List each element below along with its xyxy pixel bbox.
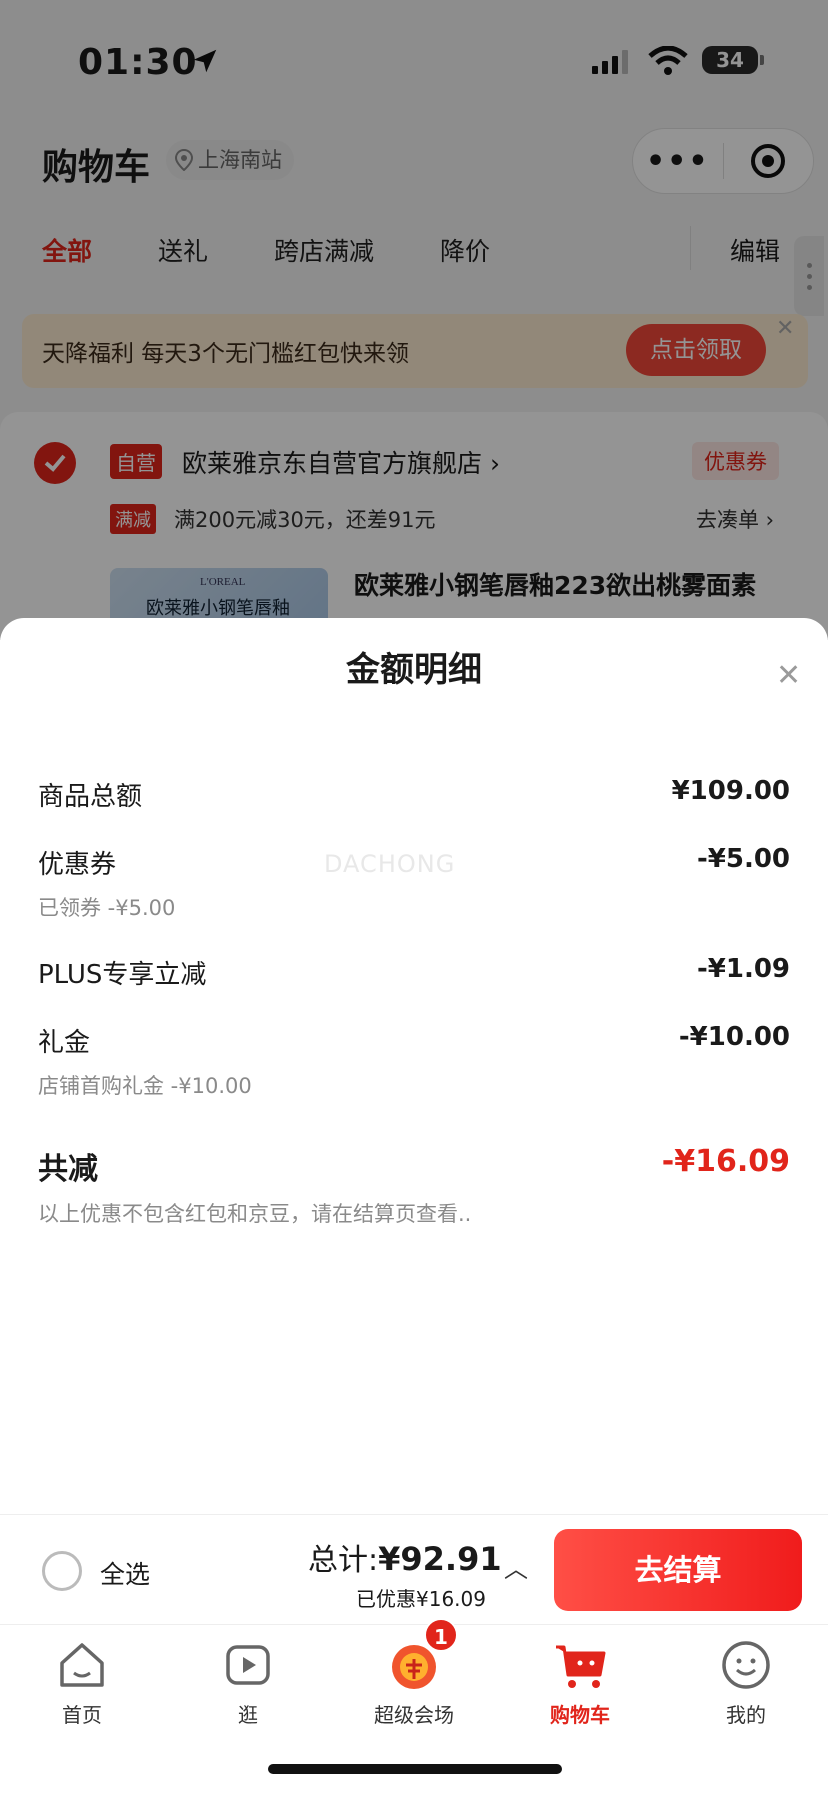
total-summary: 总计:¥92.91 [308,1535,502,1579]
gift-money-sub: 店铺首购礼金 -¥10.00 [38,1074,252,1098]
total-label: 总计: [308,1543,379,1578]
chevron-up-icon[interactable]: ︿ [504,1549,528,1584]
coupon-sub: 已领券 -¥5.00 [38,896,176,920]
plus-discount-label: PLUS专享立减 [38,960,207,990]
tabbar-item-home[interactable]: 首页 [22,1635,142,1728]
home-icon [52,1635,112,1695]
smiley-icon [716,1635,776,1695]
checkout-bar: 全选 总计:¥92.91 已优惠¥16.09 ︿ 去结算 [0,1514,828,1624]
saved-amount: 已优惠¥16.09 [356,1587,486,1611]
tabbar-label-browse: 逛 [238,1703,258,1727]
amount-detail-sheet: 金额明细 ✕ DACHONG 商品总额 ¥109.00 优惠券 -¥5.00 已… [0,618,828,1518]
plus-discount-value: -¥1.09 [696,954,790,984]
coupon-label: 优惠券 [38,850,117,880]
gift-money-label: 礼金 [38,1028,91,1058]
video-play-icon [218,1635,278,1695]
coupon-value: -¥5.00 [696,844,790,874]
modal-overlay[interactable] [0,0,828,640]
select-all-label[interactable]: 全选 [100,1555,150,1591]
checkout-button[interactable]: 去结算 [554,1529,802,1611]
sheet-title: 金额明细 [346,650,482,690]
tabbar-label-super-venue: 超级会场 [374,1703,454,1727]
tabbar-item-super-venue[interactable]: 超级会场 [354,1635,474,1728]
discount-note: 以上优惠不包含红包和京豆，请在结算页查看.. [38,1202,472,1226]
notification-badge: 1 [424,1618,458,1652]
total-discount-value: -¥16.09 [661,1144,790,1179]
home-indicator [268,1764,562,1774]
tabbar-label-me: 我的 [726,1703,766,1727]
select-all-checkbox[interactable] [42,1551,82,1591]
total-amount: ¥92.91 [378,1540,502,1578]
goods-total-value: ¥109.00 [671,776,790,806]
gift-money-value: -¥10.00 [678,1022,790,1052]
total-discount-label: 共减 [38,1152,98,1187]
tabbar-item-cart[interactable]: 购物车 [520,1635,640,1728]
close-icon[interactable]: ✕ [776,658,801,693]
watermark: DACHONG [324,850,456,878]
goods-total-label: 商品总额 [38,782,143,812]
cart-icon [550,1635,610,1695]
tabbar-item-browse[interactable]: 逛 [188,1635,308,1728]
tabbar-label-home: 首页 [62,1703,102,1727]
tabbar-item-me[interactable]: 我的 [686,1635,806,1728]
tabbar-label-cart: 购物车 [550,1703,610,1727]
